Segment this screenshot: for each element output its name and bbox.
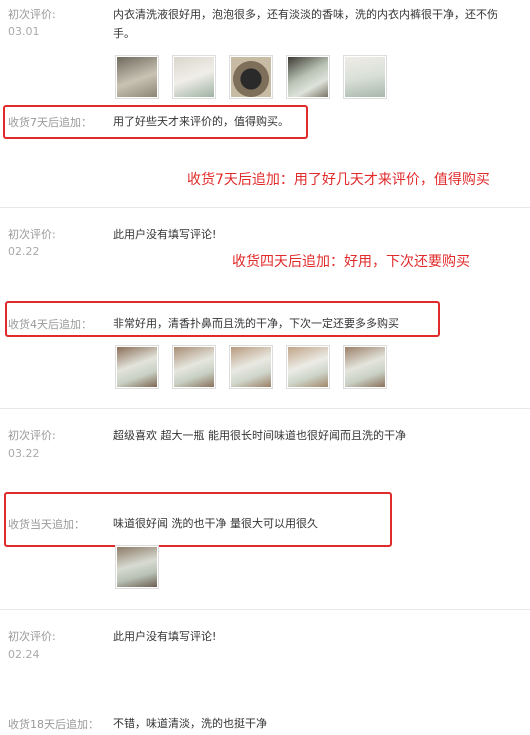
append-review-label: 收货18天后追加： bbox=[8, 718, 99, 731]
initial-review-label: 初次评价: bbox=[8, 228, 56, 241]
review-photos bbox=[115, 55, 415, 99]
review-divider bbox=[0, 207, 530, 208]
review-photo[interactable] bbox=[115, 545, 159, 589]
initial-review-text: 此用户没有填写评论! bbox=[113, 630, 217, 643]
append-review-label: 收货当天追加： bbox=[8, 518, 85, 531]
initial-review-label: 初次评价: bbox=[8, 8, 56, 21]
initial-review-text: 内衣清洗液很好用，泡泡很多，还有淡淡的香味，洗的内衣内裤很干净，还不伤手。 bbox=[113, 8, 498, 40]
append-review-text: 不错，味道清淡，洗的也挺干净 bbox=[113, 717, 267, 730]
review-photo[interactable] bbox=[115, 55, 159, 99]
review-photo[interactable] bbox=[172, 345, 216, 389]
review-date: 03.22 bbox=[8, 447, 40, 460]
review-photo[interactable] bbox=[286, 55, 330, 99]
review-photo[interactable] bbox=[229, 55, 273, 99]
initial-review-label: 初次评价: bbox=[8, 429, 56, 442]
review-divider bbox=[0, 408, 530, 409]
review-divider bbox=[0, 609, 530, 610]
review-photo[interactable] bbox=[172, 55, 216, 99]
append-review-text: 用了好些天才来评价的，值得购买。 bbox=[113, 115, 289, 128]
review-photo[interactable] bbox=[229, 345, 273, 389]
review-date: 02.22 bbox=[8, 245, 40, 258]
review-photos bbox=[115, 545, 415, 589]
append-review-text: 非常好用，清香扑鼻而且洗的干净，下次一定还要多多购买 bbox=[113, 317, 399, 330]
review-date: 02.24 bbox=[8, 648, 40, 661]
append-review-text: 味道很好闻 洗的也干净 量很大可以用很久 bbox=[113, 517, 318, 530]
review-photo[interactable] bbox=[115, 345, 159, 389]
review-photo[interactable] bbox=[343, 345, 387, 389]
initial-review-label: 初次评价: bbox=[8, 630, 56, 643]
append-review-label: 收货4天后追加： bbox=[8, 318, 92, 331]
review-photo[interactable] bbox=[343, 55, 387, 99]
initial-review-text: 超级喜欢 超大一瓶 能用很长时间味道也很好闻而且洗的干净 bbox=[113, 429, 406, 442]
append-review-label: 收货7天后追加： bbox=[8, 116, 92, 129]
review-photos bbox=[115, 345, 415, 389]
annotation-text: 收货7天后追加：用了好几天才来评价，值得购买 bbox=[187, 172, 490, 188]
annotation-text: 收货四天后追加：好用，下次还要购买 bbox=[232, 254, 470, 270]
review-photo[interactable] bbox=[286, 345, 330, 389]
initial-review-text: 此用户没有填写评论! bbox=[113, 228, 217, 241]
review-date: 03.01 bbox=[8, 25, 40, 38]
